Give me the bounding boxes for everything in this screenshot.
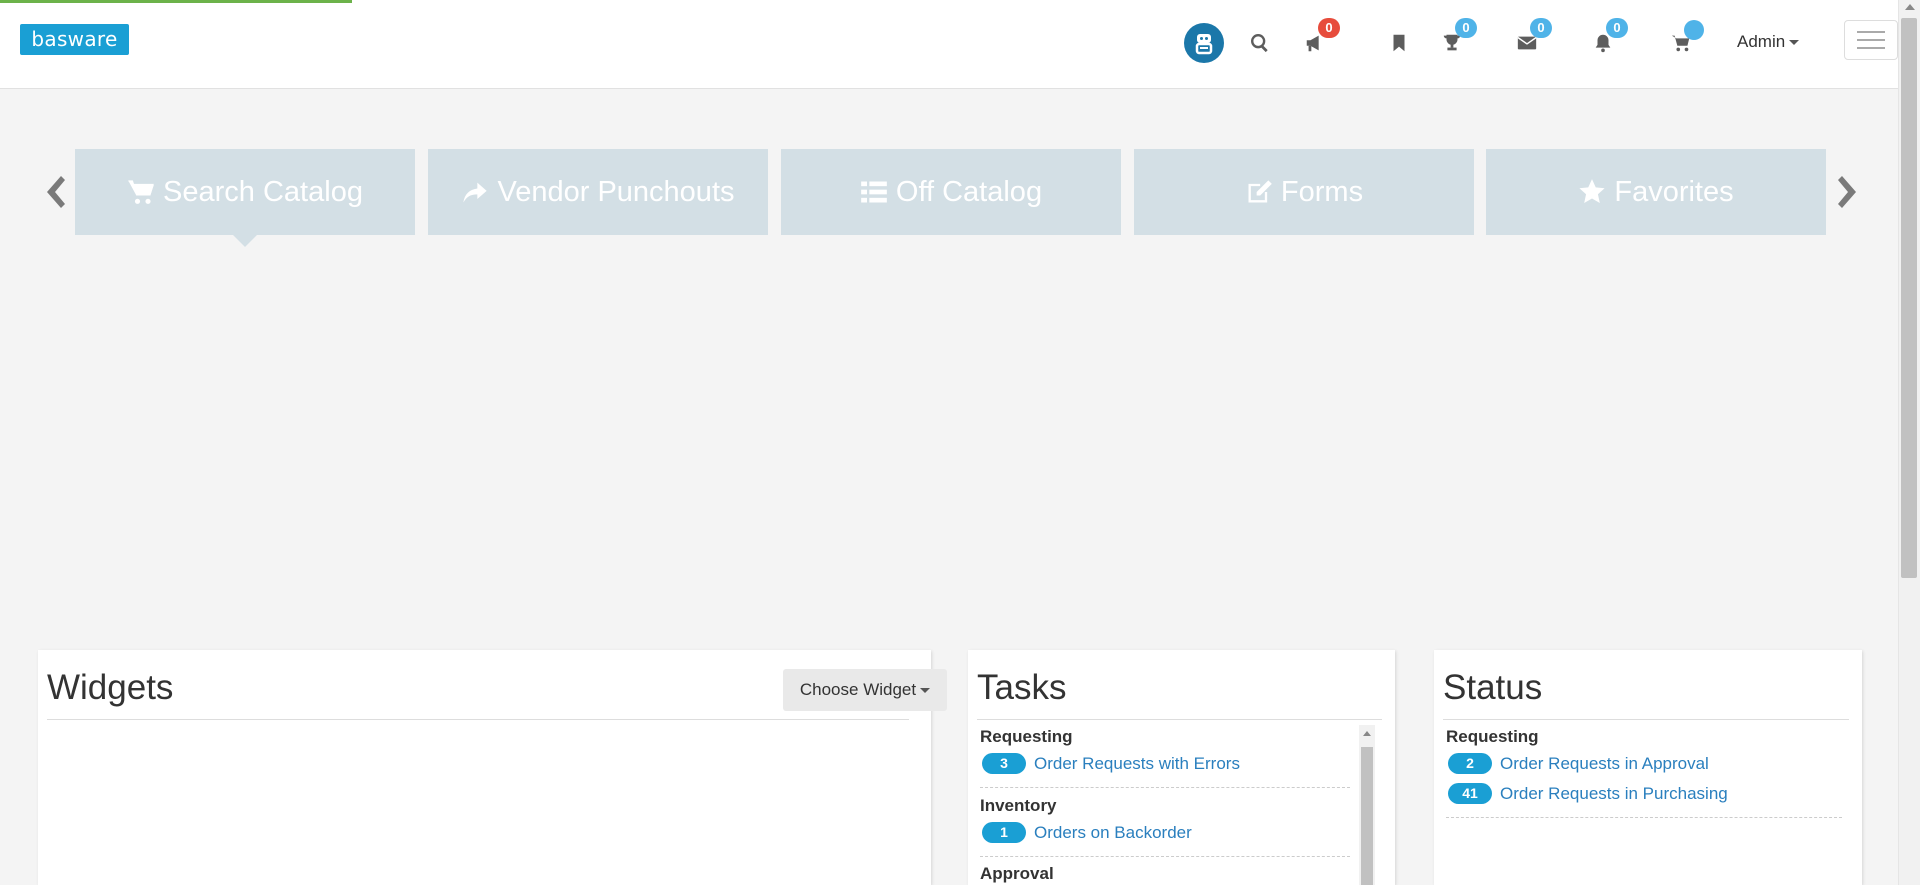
status-link[interactable]: Order Requests in Approval	[1500, 754, 1709, 774]
count-badge: 3	[982, 753, 1026, 774]
list-icon	[861, 181, 887, 203]
chevron-right-icon	[1838, 176, 1856, 208]
status-item[interactable]: 2 Order Requests in Approval	[1448, 753, 1709, 774]
scrollbar-thumb[interactable]	[1901, 18, 1917, 578]
trophy-icon[interactable]: 0	[1437, 18, 1477, 60]
tile-off-catalog[interactable]: Off Catalog	[781, 149, 1121, 235]
basware-logo[interactable]: basware	[20, 24, 129, 55]
panel-divider	[977, 719, 1382, 720]
carousel-prev-button[interactable]	[41, 170, 67, 214]
tile-search-catalog[interactable]: Search Catalog	[75, 149, 415, 247]
chevron-left-icon	[47, 176, 65, 208]
tasks-title: Tasks	[977, 668, 1067, 707]
tile-label: Forms	[1280, 175, 1364, 208]
tasks-scrollbar[interactable]	[1359, 725, 1375, 885]
scroll-up-arrow-icon[interactable]	[1905, 4, 1915, 10]
cart-indicator-dot	[1684, 20, 1704, 40]
chevron-down-icon	[1789, 40, 1800, 46]
active-tile-pointer	[233, 235, 257, 247]
assistant-bot-icon[interactable]	[1184, 23, 1224, 63]
top-header: basware 0 0 0 0 Admin	[0, 0, 1898, 89]
bell-icon[interactable]: 0	[1588, 18, 1628, 60]
page-loading-bar	[0, 0, 352, 3]
group-separator	[980, 787, 1350, 788]
count-badge: 1	[982, 822, 1026, 843]
user-menu-label: Admin	[1737, 32, 1786, 51]
scroll-up-arrow-icon[interactable]	[1363, 731, 1371, 736]
status-group-requesting: Requesting	[1446, 727, 1539, 746]
task-group-requesting: Requesting	[980, 727, 1073, 746]
task-group-inventory: Inventory	[980, 796, 1057, 815]
star-icon	[1579, 179, 1605, 203]
edit-icon	[1248, 180, 1272, 203]
tile-label: Search Catalog	[163, 175, 363, 208]
notifications-badge: 0	[1606, 18, 1628, 38]
widgets-panel: Widgets Choose Widget	[38, 650, 947, 885]
task-link[interactable]: Orders on Backorder	[1034, 823, 1192, 843]
choose-widget-label: Choose Widget	[799, 680, 917, 699]
hamburger-line	[1857, 47, 1885, 49]
panel-divider	[47, 719, 909, 720]
user-menu[interactable]: Admin	[1737, 32, 1800, 52]
task-item[interactable]: 1 Orders on Backorder	[982, 822, 1192, 843]
carousel-next-button[interactable]	[1836, 170, 1862, 214]
count-badge: 41	[1448, 783, 1492, 804]
menu-toggle-button[interactable]	[1844, 20, 1898, 60]
hamburger-line	[1857, 39, 1885, 41]
tile-label: Vendor Punchouts	[497, 175, 735, 208]
bookmark-icon[interactable]	[1384, 26, 1414, 60]
tile-label: Off Catalog	[895, 175, 1043, 208]
tile-favorites[interactable]: Favorites	[1486, 149, 1826, 235]
messages-badge: 0	[1530, 18, 1552, 38]
count-badge: 2	[1448, 753, 1492, 774]
tile-forms[interactable]: Forms	[1134, 149, 1474, 235]
status-item[interactable]: 41 Order Requests in Purchasing	[1448, 783, 1728, 804]
tile-vendor-punchouts[interactable]: Vendor Punchouts	[428, 149, 768, 235]
scrollbar-thumb[interactable]	[1361, 747, 1373, 885]
cart-icon	[128, 180, 154, 204]
share-arrow-icon	[463, 182, 488, 203]
status-panel: Status Requesting 2 Order Requests in Ap…	[1434, 650, 1862, 885]
task-item[interactable]: 3 Order Requests with Errors	[982, 753, 1240, 774]
megaphone-icon[interactable]: 0	[1300, 18, 1340, 60]
task-link[interactable]: Order Requests with Errors	[1034, 754, 1240, 774]
announcements-badge: 0	[1318, 18, 1340, 38]
cart-icon[interactable]	[1666, 20, 1704, 60]
status-title: Status	[1443, 668, 1543, 707]
chevron-down-icon	[920, 688, 931, 694]
robot-glyph	[1195, 34, 1213, 55]
envelope-icon[interactable]: 0	[1512, 18, 1552, 60]
search-icon[interactable]	[1245, 26, 1275, 60]
tile-label: Favorites	[1614, 175, 1734, 208]
group-separator	[980, 856, 1350, 857]
widgets-title: Widgets	[47, 668, 174, 707]
page-scrollbar[interactable]	[1898, 0, 1920, 885]
achievements-badge: 0	[1455, 18, 1477, 38]
group-separator	[1446, 817, 1842, 818]
hamburger-line	[1857, 31, 1885, 33]
status-link[interactable]: Order Requests in Purchasing	[1500, 784, 1728, 804]
panel-divider	[1443, 719, 1849, 720]
tasks-panel: Tasks Requesting 3 Order Requests with E…	[968, 650, 1395, 885]
choose-widget-button[interactable]: Choose Widget	[783, 669, 947, 711]
task-group-approval: Approval	[980, 864, 1054, 883]
